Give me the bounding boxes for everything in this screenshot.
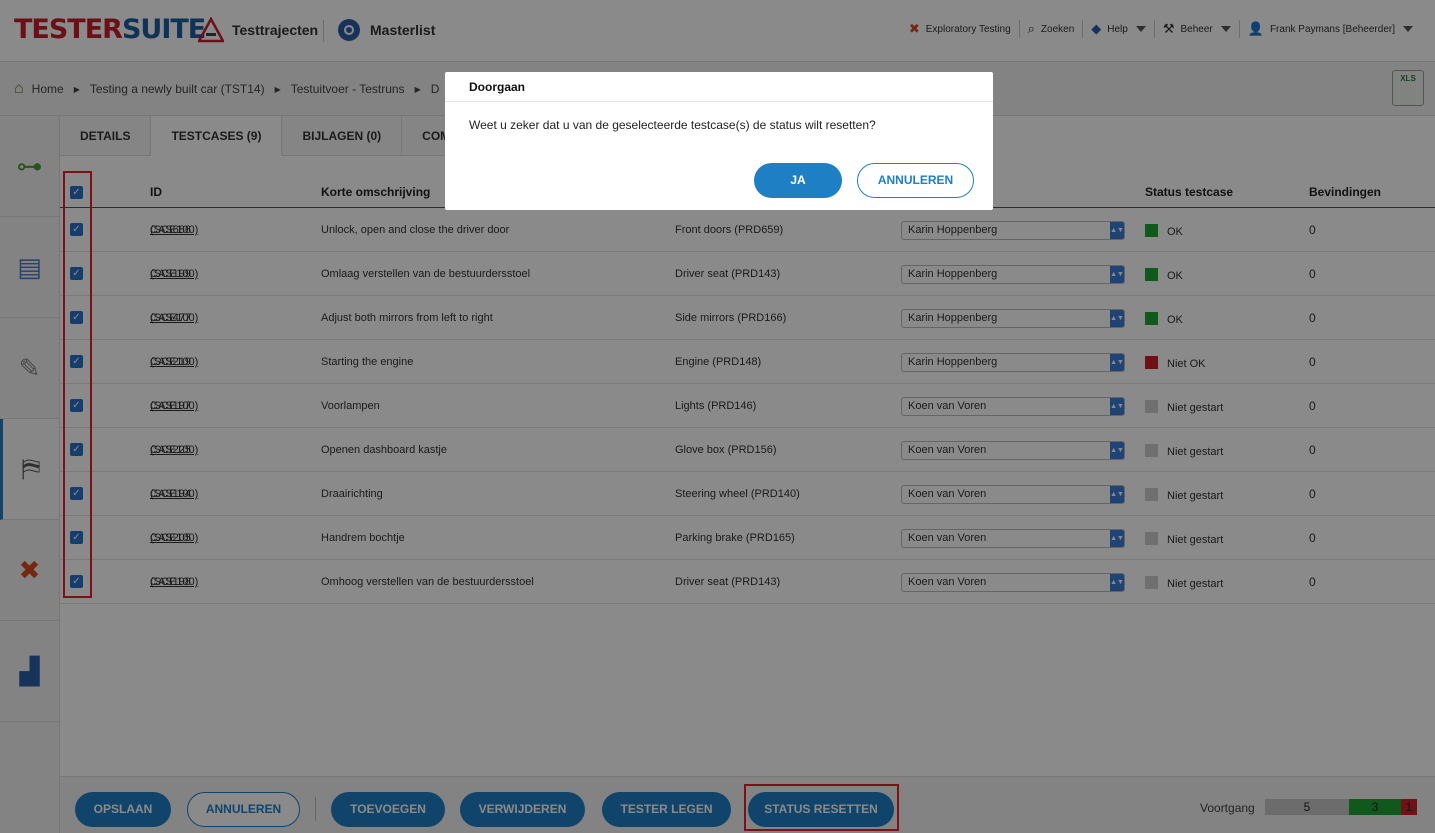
dialog-cancel-button[interactable]: ANNULEREN (857, 163, 974, 198)
confirm-yes-button[interactable]: JA (754, 163, 842, 198)
dialog-title: Doorgaan (445, 72, 993, 102)
confirm-dialog: Doorgaan Weet u zeker dat u van de gesel… (445, 72, 993, 210)
dialog-message: Weet u zeker dat u van de geselecteerde … (469, 118, 876, 132)
